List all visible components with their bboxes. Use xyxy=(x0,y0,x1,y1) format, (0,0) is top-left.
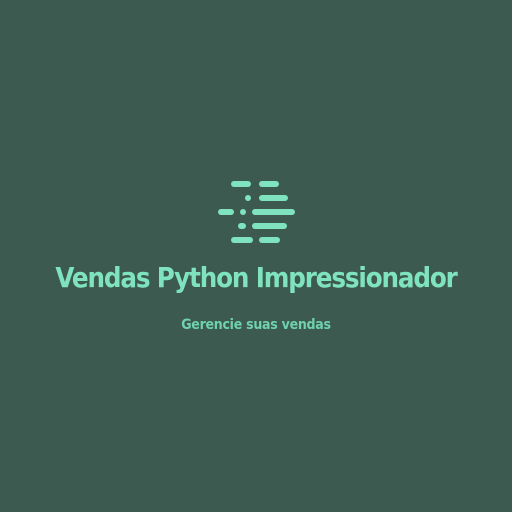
logo-dash xyxy=(259,195,288,201)
logo-dash xyxy=(245,195,251,201)
logo-dash xyxy=(218,209,234,215)
logo-dash xyxy=(259,181,279,187)
logo-dash xyxy=(252,209,295,215)
logo-dash xyxy=(238,223,246,229)
code-lines-icon xyxy=(218,181,295,243)
logo-dash xyxy=(231,237,253,243)
app-title: Vendas Python Impressionador xyxy=(55,261,457,294)
logo-dash xyxy=(259,237,280,243)
logo-dash xyxy=(231,181,251,187)
app-tagline: Gerencie suas vendas xyxy=(181,317,331,333)
logo-dash xyxy=(252,223,287,229)
logo-dash xyxy=(240,209,246,215)
